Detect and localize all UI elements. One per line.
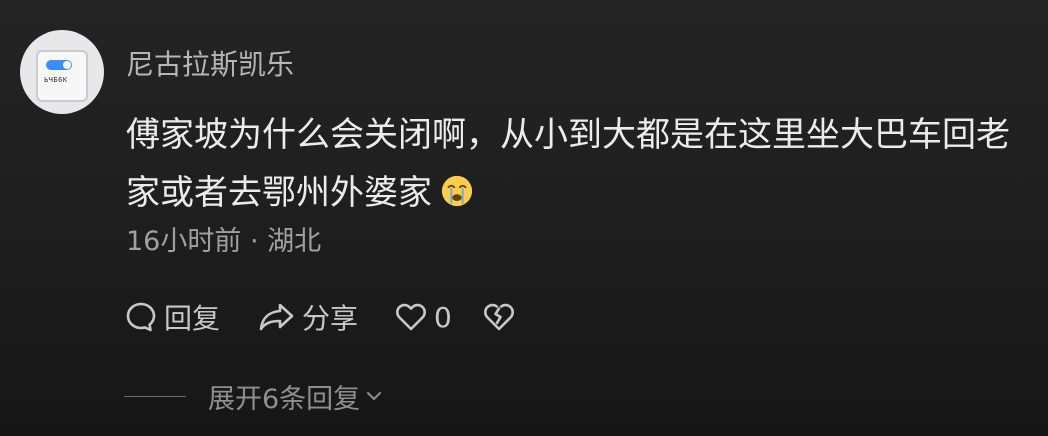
broken-heart-icon [484, 303, 514, 331]
share-button[interactable]: 分享 [258, 296, 358, 338]
comment-text-line-2-text: 家或者去鄂州外婆家 [126, 173, 432, 213]
comment-meta: 16小时前 · 湖北 [126, 222, 321, 262]
share-label: 分享 [302, 302, 359, 335]
avatar-tag-text: ЬЧБ6К [44, 76, 68, 84]
like-button[interactable]: 0 [394, 296, 452, 338]
heart-icon [396, 303, 426, 331]
reply-label: 回复 [164, 302, 221, 335]
username[interactable]: 尼古拉斯凯乐 [126, 47, 294, 83]
toggle-card-icon: ЬЧБ6К [36, 50, 88, 102]
expand-replies-button[interactable]: 展开6条回复 [124, 376, 384, 416]
reply-button[interactable]: 回复 [124, 296, 220, 338]
toggle-switch-icon [46, 60, 72, 70]
like-count: 0 [434, 300, 452, 334]
expand-replies-label: 展开6条回复 [208, 383, 361, 415]
reply-bubble-icon [126, 302, 156, 332]
comment-text-line-2: 家或者去鄂州外婆家 [126, 164, 1026, 222]
comment-text-line-1: 傅家坡为什么会关闭啊，从小到大都是在这里坐大巴车回老 [126, 115, 1010, 155]
meta-separator: · [249, 226, 259, 257]
location: 湖北 [267, 226, 322, 257]
dislike-button[interactable] [482, 296, 516, 338]
share-arrow-icon [259, 303, 294, 331]
timestamp: 16小时前 [126, 226, 242, 257]
replies-divider [124, 395, 186, 397]
comment-text: 傅家坡为什么会关闭啊，从小到大都是在这里坐大巴车回老 家或者去鄂州外婆家 [126, 106, 1026, 222]
avatar[interactable]: ЬЧБ6К [20, 30, 104, 114]
crying-face-emoji-icon [441, 175, 473, 207]
chevron-down-icon [367, 392, 382, 400]
